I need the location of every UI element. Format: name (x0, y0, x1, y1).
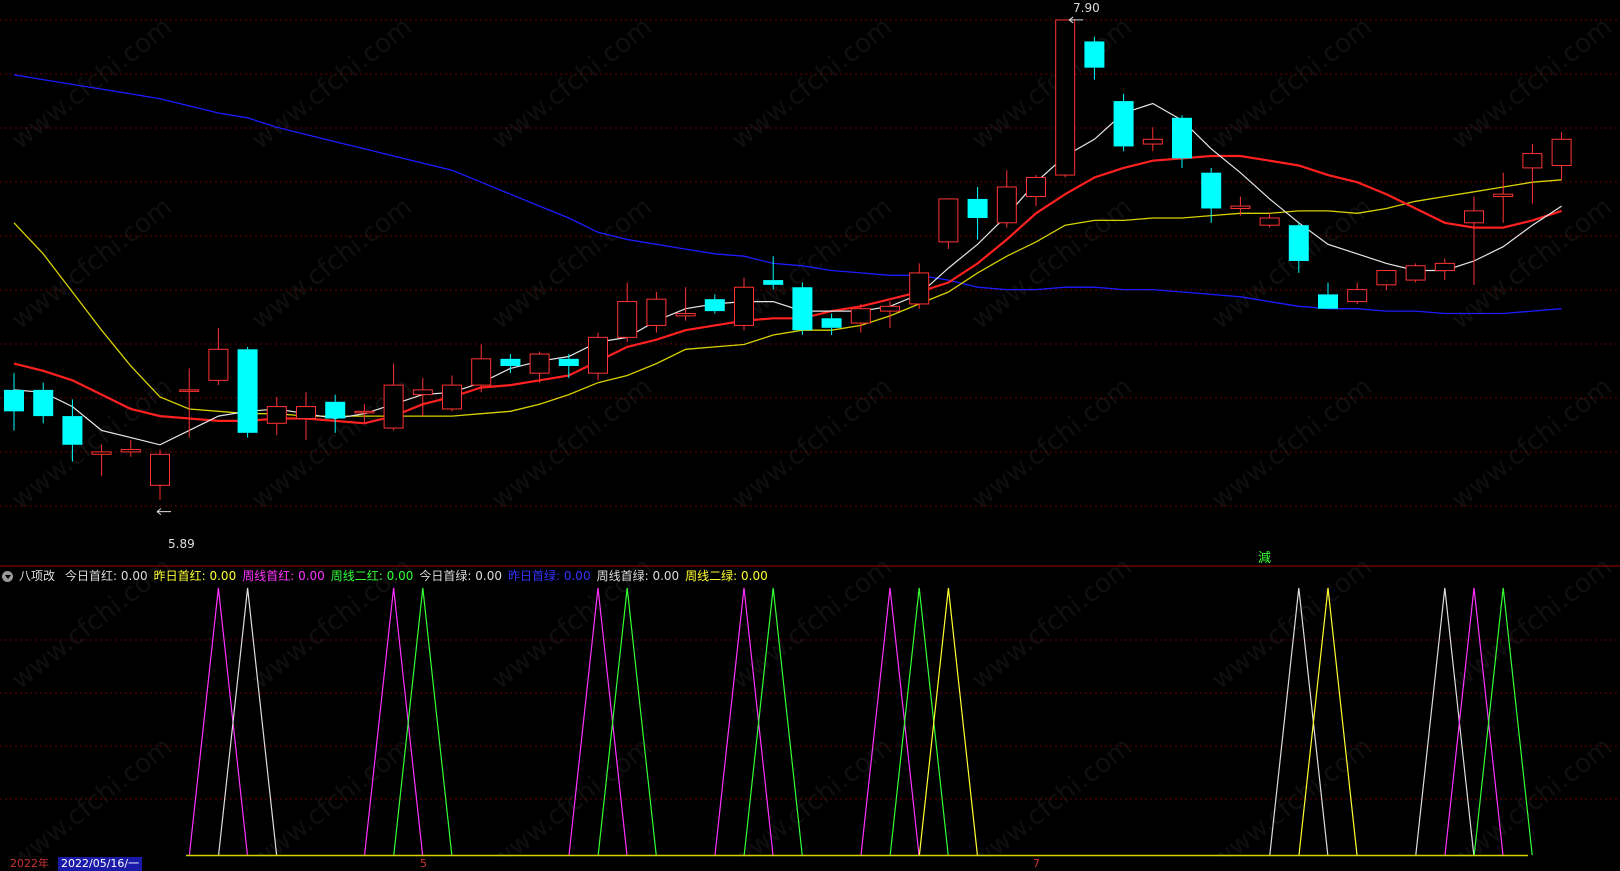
watermark-text: www.cfchi.com (486, 12, 658, 156)
signal-spike (218, 587, 278, 856)
signal-spike (918, 587, 978, 856)
watermark-text: www.cfchi.com (726, 12, 898, 156)
signal-spike (860, 587, 920, 856)
candle (617, 282, 638, 343)
signal-spike (188, 587, 248, 856)
indicator-item: 周线二红: 0.00 (330, 569, 414, 583)
candle (150, 449, 170, 500)
candle (1376, 270, 1397, 290)
indicator-item: 今日首绿: 0.00 (419, 569, 502, 583)
watermark-text: www.cfchi.com (1206, 552, 1378, 696)
indicator-header: 八项改 今日首红: 0.00 昨日首红: 0.00 周线首红: 0.00 周线二… (2, 567, 768, 585)
candle (1551, 132, 1572, 180)
watermark-text: www.cfchi.com (1446, 12, 1618, 156)
indicator-item: 周线首绿: 0.00 (596, 569, 680, 583)
watermark-text: www.cfchi.com (966, 12, 1138, 156)
candle (1347, 282, 1368, 304)
watermark-text: www.cfchi.com (6, 12, 178, 156)
candle (1434, 258, 1455, 281)
low-price-label: 5.89 (168, 537, 195, 551)
candle (33, 382, 54, 424)
date-axis: 2022年 2022/05/16/一 5 7 (0, 857, 1620, 871)
candle (588, 332, 608, 381)
candle (208, 327, 229, 386)
candle (1464, 196, 1484, 285)
candle (120, 439, 141, 457)
candle (1493, 172, 1514, 223)
indicator-item: 周线二绿: 0.00 (685, 569, 768, 583)
high-price-label: 7.90 (1073, 1, 1100, 15)
candle (1522, 144, 1543, 204)
current-date: 2022/05/16/一 (58, 857, 143, 871)
kline-chart[interactable]: www.cfchi.com www.cfchi.com www.cfchi.com w… (0, 0, 1620, 857)
candle (1405, 263, 1426, 283)
candle (938, 198, 959, 250)
candle (1113, 93, 1134, 152)
candle (1259, 213, 1280, 228)
watermark-text: www.cfchi.com (966, 732, 1138, 857)
month-mark: 5 (420, 857, 427, 870)
candle (442, 375, 462, 412)
candle (1318, 282, 1338, 309)
watermark-text: www.cfchi.com (246, 732, 418, 857)
candle (296, 392, 316, 440)
candle (529, 351, 550, 383)
candle (500, 354, 521, 374)
candle (734, 277, 754, 331)
candle (792, 282, 813, 335)
candle (996, 170, 1017, 228)
candle (266, 397, 287, 436)
arrow-left-icon (1068, 16, 1084, 24)
candle (237, 346, 258, 438)
signal-spike (364, 587, 424, 856)
indicator-signals (188, 587, 1533, 856)
watermark-text: www.cfchi.com (966, 372, 1138, 516)
watermark-text: www.cfchi.com (966, 552, 1138, 696)
signal-spike (1415, 587, 1475, 856)
watermark-text: www.cfchi.com (1206, 732, 1378, 857)
candle (4, 373, 24, 431)
watermark-text: www.cfchi.com (726, 372, 898, 516)
candle (909, 263, 930, 309)
candle (880, 301, 900, 328)
watermark-text: www.cfchi.com (1206, 12, 1378, 156)
date-year: 2022年 (10, 857, 49, 870)
watermark-text: www.cfchi.com (486, 732, 658, 857)
candle (675, 287, 696, 321)
watermark-text: www.cfchi.com (1446, 552, 1618, 696)
arrow-left-icon (156, 508, 171, 516)
candle (967, 187, 988, 240)
candle (821, 313, 842, 335)
candle (471, 344, 492, 393)
watermark-text: www.cfchi.com (966, 192, 1138, 336)
watermark-text: www.cfchi.com (6, 192, 178, 336)
indicator-toggle-icon[interactable] (2, 570, 13, 582)
indicator-grid (0, 639, 1620, 800)
signal-spike (597, 587, 657, 856)
candle (646, 292, 667, 333)
signal-spike (889, 587, 949, 856)
watermark-text: www.cfchi.com (6, 372, 178, 516)
watermark-text: www.cfchi.com (6, 732, 178, 857)
watermark-text: www.cfchi.com (246, 12, 418, 156)
candle (1055, 19, 1076, 178)
signal-spike (714, 587, 774, 856)
indicator-item: 周线首红: 0.00 (242, 569, 325, 583)
signal-label: 減 (1258, 550, 1271, 566)
indicator-item: 今日首红: 0.00 (65, 569, 148, 583)
month-mark: 7 (1033, 857, 1040, 870)
indicator-item: 昨日首绿: 0.00 (507, 569, 591, 583)
indicator-item: 昨日首红: 0.00 (153, 569, 237, 583)
candle (850, 303, 871, 333)
candle (1142, 127, 1163, 152)
watermark-text: www.cfchi.com (246, 192, 418, 336)
candle (1026, 175, 1046, 207)
watermark-text: www.cfchi.com (1206, 372, 1378, 516)
signal-spike (393, 587, 453, 856)
indicator-title[interactable]: 八项改 (19, 567, 55, 585)
candle (704, 294, 725, 314)
watermark-text: www.cfchi.com (1446, 372, 1618, 516)
